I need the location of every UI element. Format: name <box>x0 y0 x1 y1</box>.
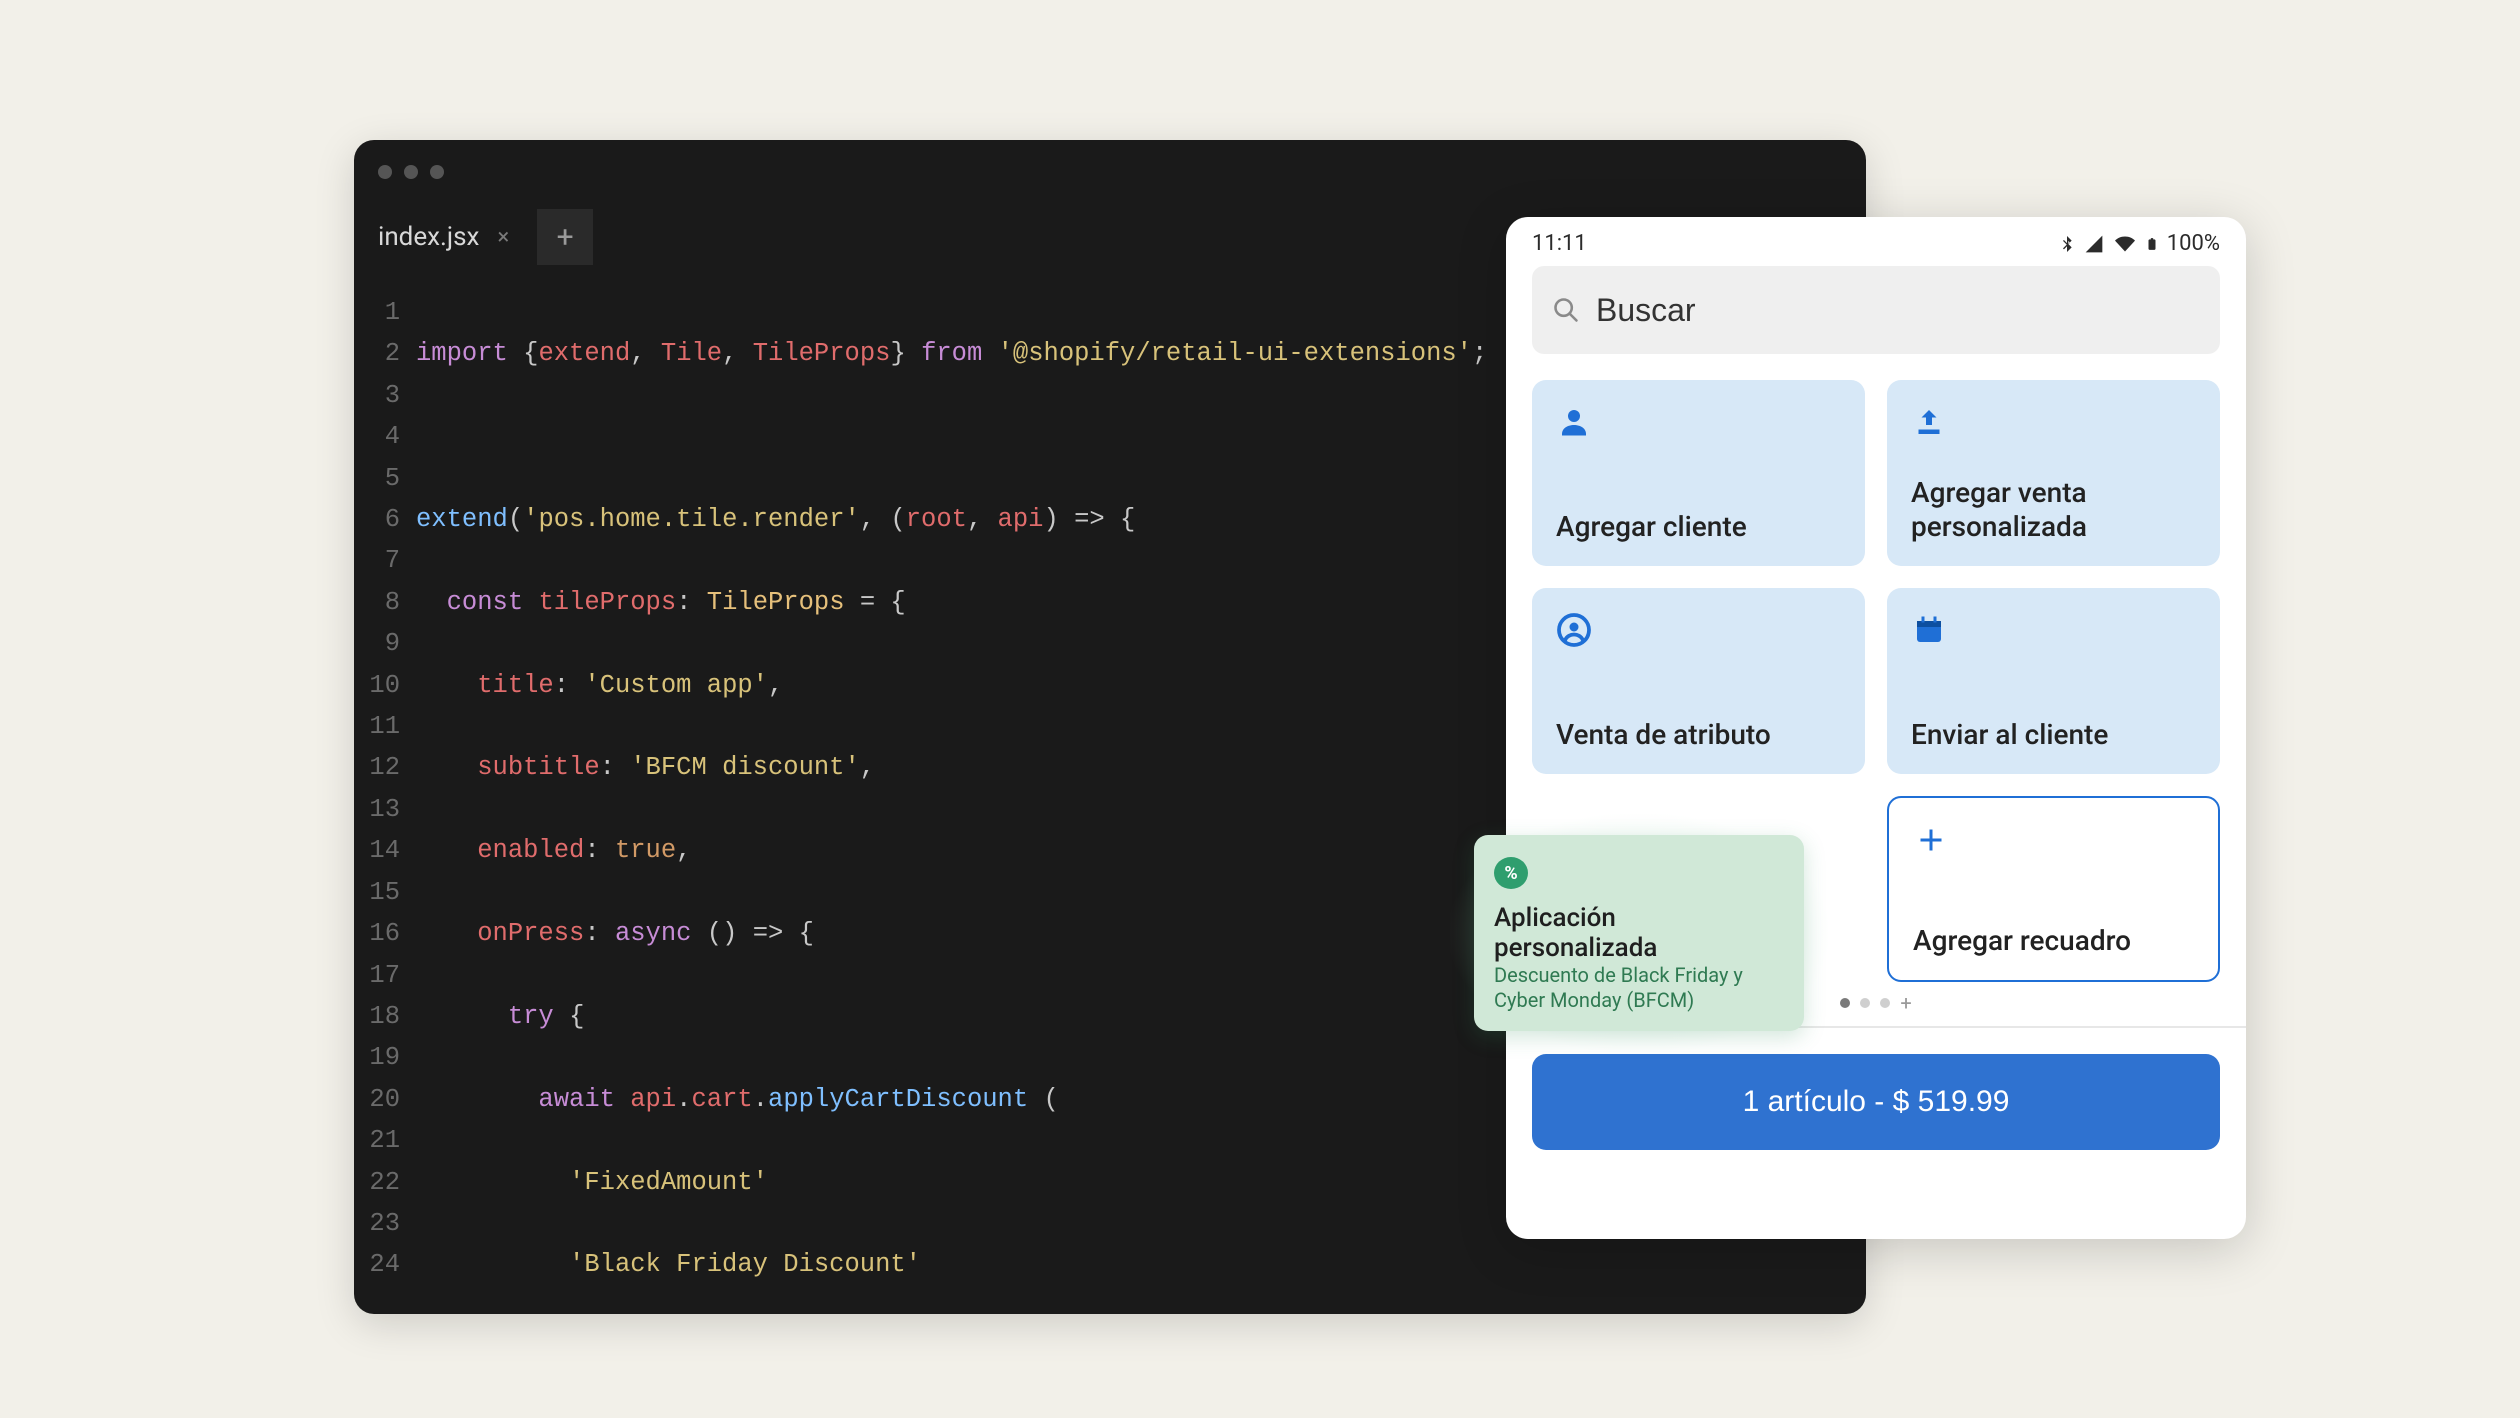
pager-dot[interactable] <box>1880 998 1890 1008</box>
tile-label: Venta de atributo <box>1556 718 1841 752</box>
tile-label: Agregar cliente <box>1556 510 1841 544</box>
tile-add-custom-sale[interactable]: Agregar venta personalizada <box>1887 380 2220 566</box>
window-titlebar <box>354 140 1866 204</box>
tab-filename: index.jsx <box>378 222 479 252</box>
plus-icon <box>1913 822 1949 858</box>
wifi-icon <box>2113 234 2137 254</box>
tile-attribute-sale[interactable]: Venta de atributo <box>1532 588 1865 774</box>
mobile-device-frame: 11:11 100% <box>1506 217 2246 1239</box>
tile-label: Agregar recuadro <box>1913 924 2194 958</box>
search-bar[interactable] <box>1532 266 2220 354</box>
window-minimize-icon[interactable] <box>404 165 418 179</box>
window-zoom-icon[interactable] <box>430 165 444 179</box>
battery-icon <box>2145 233 2159 255</box>
code-body[interactable]: import {extend, Tile, TileProps} from '@… <box>416 292 1487 1314</box>
tile-send-to-customer[interactable]: Enviar al cliente <box>1887 588 2220 774</box>
person-icon <box>1556 404 1592 440</box>
tile-label: Enviar al cliente <box>1911 718 2196 752</box>
tile-add-customer[interactable]: Agregar cliente <box>1532 380 1865 566</box>
tile-add-new[interactable]: Agregar recuadro <box>1887 796 2220 982</box>
search-input[interactable] <box>1596 292 2200 329</box>
upload-icon <box>1911 404 1947 440</box>
window-controls <box>378 165 444 179</box>
highlighted-tile-glow: % Aplicación personalizada Descuento de … <box>1450 814 1828 1052</box>
tab-file[interactable]: index.jsx × <box>354 204 533 270</box>
custom-tile-title: Aplicación personalizada <box>1494 903 1784 963</box>
close-icon[interactable]: × <box>497 225 509 250</box>
discount-icon: % <box>1494 857 1528 889</box>
status-time: 11:11 <box>1532 231 1587 256</box>
status-battery: 100% <box>2167 231 2220 256</box>
tile-custom-app[interactable]: % Aplicación personalizada Descuento de … <box>1474 835 1804 1031</box>
pager-add-icon[interactable]: + <box>1900 998 1911 1008</box>
custom-tile-subtitle: Descuento de Black Friday y Cyber Monday… <box>1494 963 1784 1013</box>
mobile-status-bar: 11:11 100% <box>1506 217 2246 266</box>
calendar-icon <box>1911 612 1947 648</box>
bluetooth-icon <box>2059 234 2075 254</box>
tile-label: Agregar venta personalizada <box>1911 476 2196 544</box>
search-icon <box>1552 295 1580 325</box>
cellular-icon <box>2083 234 2105 254</box>
checkout-button[interactable]: 1 artículo - $ 519.99 <box>1532 1054 2220 1150</box>
status-indicators: 100% <box>2059 231 2220 256</box>
new-tab-button[interactable]: + <box>537 209 593 265</box>
window-close-icon[interactable] <box>378 165 392 179</box>
line-number-gutter: 123456789101112131415161718192021222324 <box>354 292 416 1314</box>
pager-dot[interactable] <box>1840 998 1850 1008</box>
pager-dot[interactable] <box>1860 998 1870 1008</box>
user-circle-icon <box>1556 612 1592 648</box>
